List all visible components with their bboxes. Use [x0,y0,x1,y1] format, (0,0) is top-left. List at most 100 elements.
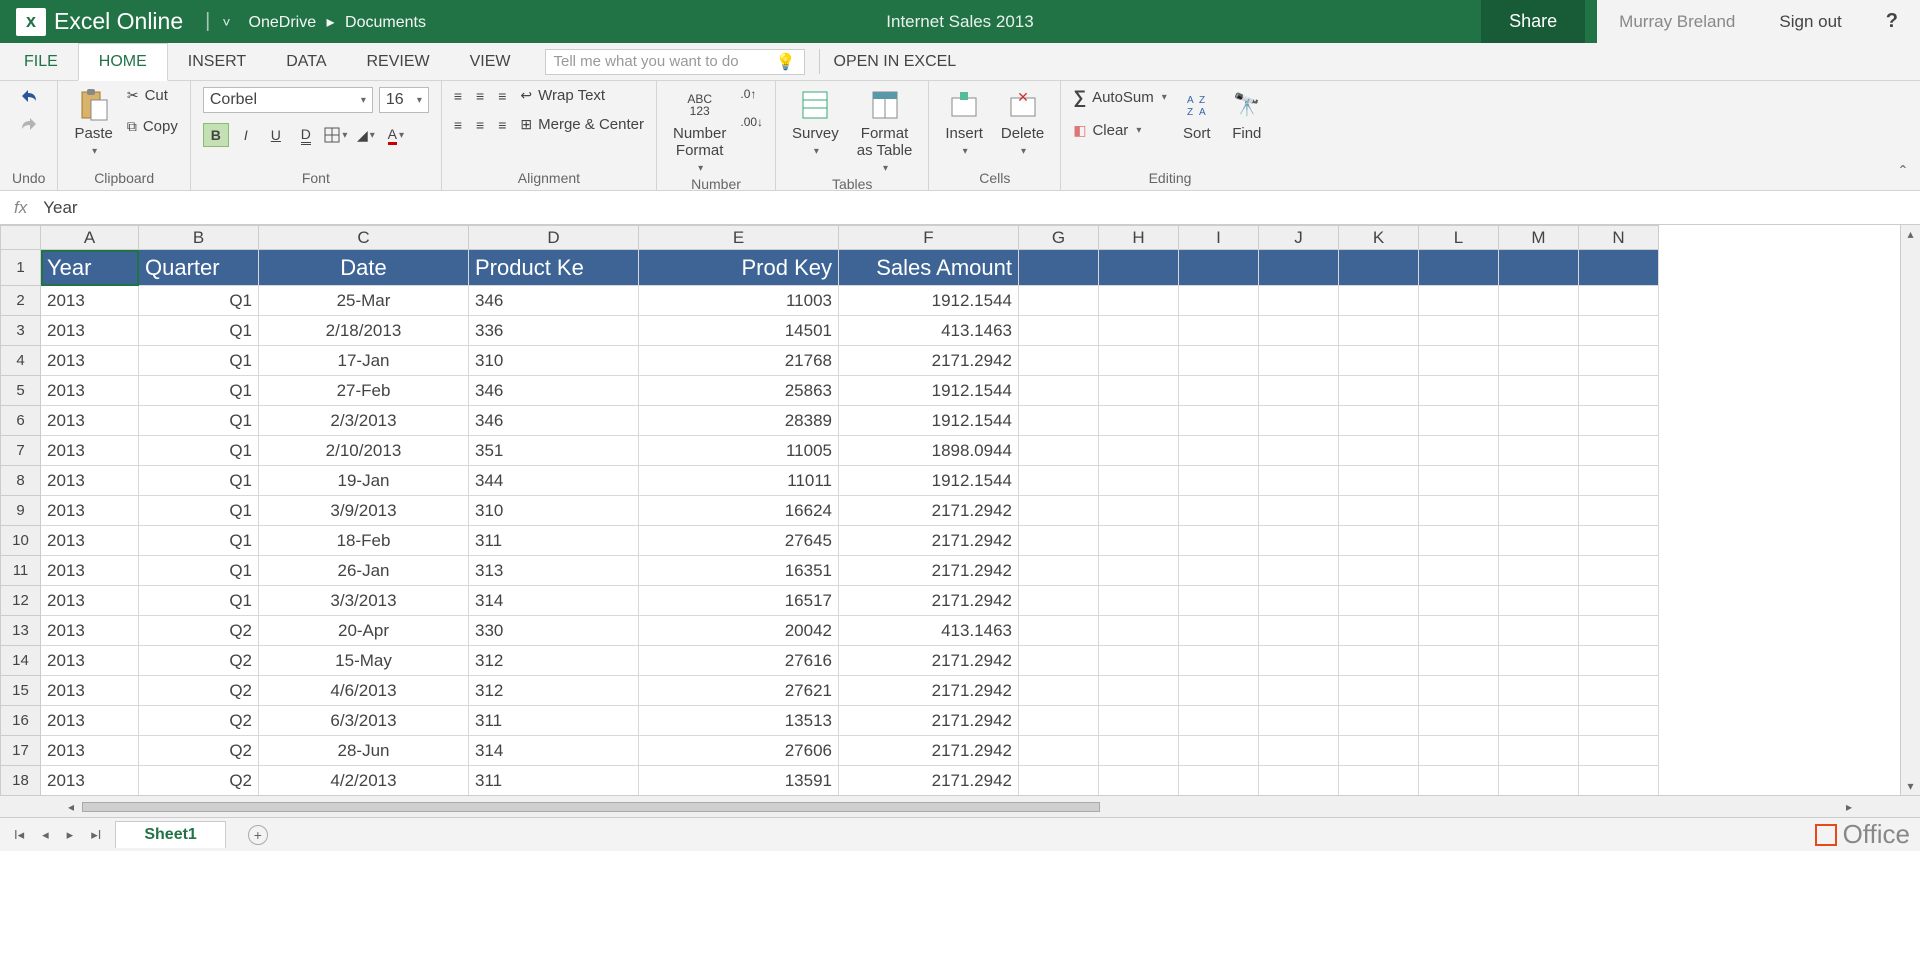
chevron-down-icon[interactable]: ˅ [222,14,230,30]
row-header[interactable]: 15 [1,676,41,706]
undo-button[interactable] [18,87,40,105]
cell[interactable]: 2171.2942 [839,706,1019,736]
row-header[interactable]: 13 [1,616,41,646]
cell[interactable]: 4/2/2013 [259,766,469,796]
horizontal-scrollbar[interactable]: ◂ ▸ [0,795,1920,817]
tell-me-search[interactable]: Tell me what you want to do 💡 [545,49,805,75]
cell[interactable]: 314 [469,736,639,766]
cell[interactable] [1019,406,1099,436]
cell[interactable]: 28389 [639,406,839,436]
open-in-excel-link[interactable]: OPEN IN EXCEL [834,43,957,80]
cell[interactable] [1419,526,1499,556]
cell[interactable]: 17-Jan [259,346,469,376]
cell[interactable]: 351 [469,436,639,466]
cell[interactable] [1419,346,1499,376]
cell[interactable] [1019,766,1099,796]
user-name[interactable]: Murray Breland [1597,0,1757,43]
cell[interactable]: Q1 [139,316,259,346]
cell[interactable] [1259,286,1339,316]
cell[interactable]: 20042 [639,616,839,646]
sheet-nav-next-icon[interactable]: ▸ [63,825,78,845]
scroll-right-icon[interactable]: ▸ [1838,800,1860,814]
cell[interactable] [1499,526,1579,556]
cell[interactable] [1579,706,1659,736]
cell[interactable]: 413.1463 [839,616,1019,646]
cell[interactable] [1579,466,1659,496]
cell[interactable] [1179,526,1259,556]
cell[interactable]: 2171.2942 [839,736,1019,766]
header-cell[interactable]: Quarter [139,250,259,286]
cell[interactable] [1099,766,1179,796]
cell[interactable] [1179,556,1259,586]
fx-icon[interactable]: fx [14,198,27,218]
share-button[interactable]: Share [1481,0,1585,43]
cell[interactable] [1099,586,1179,616]
tab-review[interactable]: REVIEW [346,43,449,80]
cell[interactable] [1579,436,1659,466]
header-cell[interactable]: Product Ke [469,250,639,286]
cell[interactable]: 3/9/2013 [259,496,469,526]
cell[interactable]: 311 [469,706,639,736]
cell[interactable]: Q1 [139,496,259,526]
cell[interactable] [1499,466,1579,496]
cell[interactable] [1419,286,1499,316]
redo-button[interactable] [18,115,40,133]
col-header[interactable]: H [1099,226,1179,250]
cell[interactable]: 3/3/2013 [259,586,469,616]
cell[interactable]: 20-Apr [259,616,469,646]
cell[interactable]: Q1 [139,586,259,616]
cell[interactable] [1339,736,1419,766]
cell[interactable] [1179,766,1259,796]
cell[interactable] [1259,466,1339,496]
tab-file[interactable]: FILE [0,43,78,80]
cell[interactable] [1179,736,1259,766]
cell[interactable] [1259,316,1339,346]
cell[interactable] [1579,586,1659,616]
cell[interactable]: 346 [469,286,639,316]
autosum-button[interactable]: ∑AutoSum▾ [1073,87,1167,108]
cell[interactable] [1499,250,1579,286]
cell[interactable]: 311 [469,766,639,796]
cell[interactable] [1499,676,1579,706]
cell[interactable] [1419,586,1499,616]
cell[interactable]: Q2 [139,736,259,766]
cell[interactable] [1099,466,1179,496]
cell[interactable] [1579,406,1659,436]
tab-data[interactable]: DATA [266,43,346,80]
cell[interactable] [1179,316,1259,346]
cell[interactable]: 2013 [41,616,139,646]
cell[interactable]: Q2 [139,646,259,676]
cell[interactable] [1579,376,1659,406]
cell[interactable] [1099,526,1179,556]
clear-button[interactable]: ◧Clear▾ [1073,122,1167,139]
vertical-scrollbar[interactable]: ▴ ▾ [1900,225,1920,795]
cell[interactable] [1499,316,1579,346]
cell[interactable]: Q1 [139,346,259,376]
cell[interactable] [1179,676,1259,706]
cell[interactable] [1179,436,1259,466]
cell[interactable] [1099,706,1179,736]
cell[interactable]: Q2 [139,616,259,646]
header-cell[interactable]: Year [41,250,139,286]
cell[interactable] [1419,736,1499,766]
copy-button[interactable]: ⧉Copy [127,118,178,135]
cell[interactable] [1179,646,1259,676]
cell[interactable] [1339,496,1419,526]
row-header[interactable]: 14 [1,646,41,676]
cell[interactable]: 25863 [639,376,839,406]
cell[interactable] [1099,286,1179,316]
col-header[interactable]: C [259,226,469,250]
cell[interactable] [1179,376,1259,406]
cell[interactable]: 16351 [639,556,839,586]
paste-button[interactable]: Paste ▾ [70,87,116,159]
cell[interactable]: 25-Mar [259,286,469,316]
find-button[interactable]: 🔭 Find [1227,87,1267,144]
cell[interactable] [1579,286,1659,316]
col-header[interactable]: I [1179,226,1259,250]
cell[interactable]: 11005 [639,436,839,466]
cell[interactable] [1259,526,1339,556]
cell[interactable] [1179,496,1259,526]
cell[interactable] [1019,250,1099,286]
cell[interactable] [1019,466,1099,496]
cell[interactable] [1419,766,1499,796]
